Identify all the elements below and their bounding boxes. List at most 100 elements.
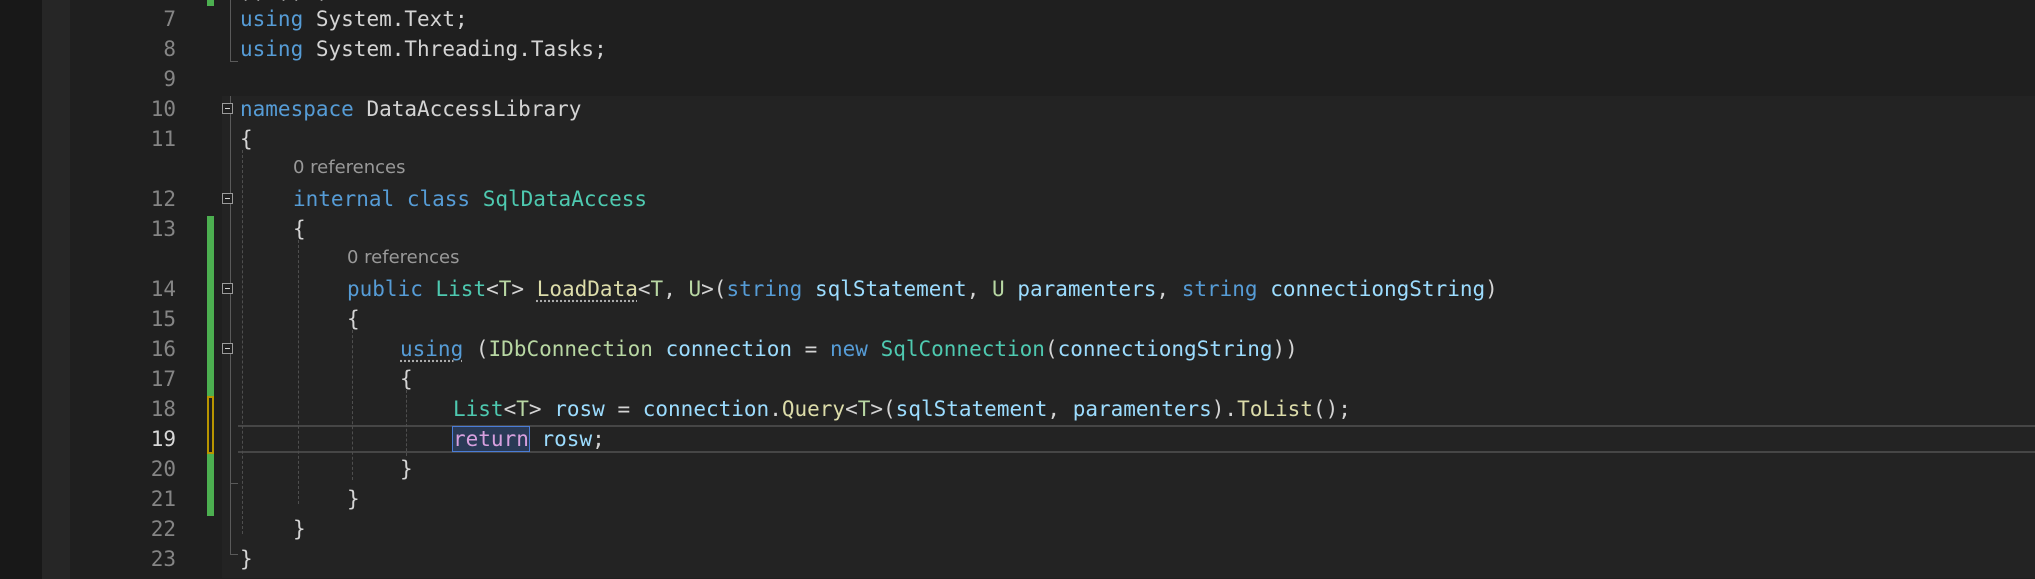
punctuation: . — [769, 397, 782, 421]
keyword: using — [240, 7, 304, 31]
punctuation: , — [1156, 277, 1170, 301]
type-name: List — [453, 397, 504, 421]
type-parameter: T — [857, 397, 871, 421]
line-number: 20 — [150, 457, 176, 481]
punctuation: . — [518, 37, 531, 61]
code-line-22[interactable]: } — [293, 517, 306, 541]
identifier: Text — [404, 7, 455, 31]
punctuation: (); — [1312, 397, 1351, 421]
brace: } — [347, 487, 360, 511]
line-number: 12 — [150, 187, 176, 211]
fold-toggle-namespace[interactable] — [222, 103, 233, 114]
code-line-17[interactable]: { — [400, 367, 413, 391]
punctuation: ; — [592, 427, 605, 451]
identifier: System — [315, 7, 392, 31]
fold-toggle-method[interactable] — [222, 283, 233, 294]
punctuation: )) — [1272, 337, 1298, 361]
code-line-7[interactable]: using System.Text; — [240, 7, 468, 31]
line-number-active: 19 — [150, 427, 176, 451]
fold-toggle-using[interactable] — [222, 343, 233, 354]
return-keyword-selected: return — [452, 426, 530, 452]
change-bar-added — [207, 454, 214, 516]
line-number: 7 — [163, 7, 176, 31]
code-line-12[interactable]: internal class SqlDataAccess — [293, 187, 647, 211]
brace: { — [347, 307, 360, 331]
line-number: 13 — [150, 217, 176, 241]
code-line-15[interactable]: { — [347, 307, 360, 331]
line-number: 14 — [150, 277, 176, 301]
method-name: Query — [781, 397, 846, 421]
line-number: 9 — [163, 67, 176, 91]
codelens-references[interactable]: 0 references — [293, 157, 406, 179]
local-variable: connection — [642, 397, 770, 421]
brace: { — [400, 367, 413, 391]
punctuation: ( — [475, 337, 489, 361]
line-number: 18 — [150, 397, 176, 421]
code-line-18[interactable]: List<T> rosw = connection.Query<T>(sqlSt… — [453, 397, 1351, 421]
local-variable: connection — [665, 337, 792, 361]
method-name: ToList — [1237, 397, 1313, 421]
code-line-20[interactable]: } — [400, 457, 413, 481]
punctuation: , — [966, 277, 980, 301]
line-number: 17 — [150, 367, 176, 391]
indent-guide — [352, 330, 353, 480]
code-line-11[interactable]: { — [240, 127, 253, 151]
code-line-14[interactable]: public List<T> LoadData<T, U>(string sql… — [347, 277, 1498, 301]
codelens-references[interactable]: 0 references — [347, 247, 460, 269]
indent-guide — [242, 150, 243, 534]
code-line-21[interactable]: } — [347, 487, 360, 511]
code-line-13[interactable]: { — [293, 217, 306, 241]
punctuation: , — [663, 277, 676, 301]
code-line-19[interactable]: return rosw; — [452, 426, 605, 452]
punctuation: < — [503, 397, 517, 421]
keyword: using — [240, 37, 304, 61]
fold-end-tick — [230, 483, 238, 484]
keyword: public — [347, 277, 423, 301]
line-number: 16 — [150, 337, 176, 361]
fold-end-tick — [230, 554, 238, 555]
parameter: connectiongString — [1270, 277, 1486, 301]
class-name: SqlConnection — [880, 337, 1045, 361]
class-name: SqlDataAccess — [482, 187, 648, 211]
type-parameter: U — [992, 277, 1005, 301]
parameter: paramenters — [1017, 277, 1157, 301]
punctuation: . — [391, 37, 405, 61]
line-number: 15 — [150, 307, 176, 331]
punctuation: >( — [701, 277, 727, 301]
brace: { — [240, 127, 253, 151]
fold-end-tick — [230, 61, 238, 62]
parameter: connectiongString — [1057, 337, 1273, 361]
code-line-8[interactable]: using System.Threading.Tasks; — [240, 37, 607, 61]
punctuation: ). — [1211, 397, 1238, 421]
code-line-10[interactable]: namespace DataAccessLibrary — [240, 97, 581, 121]
line-number: 11 — [150, 127, 176, 151]
type-parameter: T — [650, 277, 664, 301]
margin-strip — [42, 0, 70, 579]
method-name: LoadData — [536, 277, 638, 301]
punctuation: ; — [454, 7, 468, 31]
indent-guide — [298, 240, 299, 504]
line-number: 10 — [150, 97, 176, 121]
change-bar-added — [207, 216, 214, 396]
punctuation: < — [845, 397, 858, 421]
punctuation: < — [486, 277, 499, 301]
line-number: 22 — [150, 517, 176, 541]
punctuation: >( — [870, 397, 896, 421]
local-variable: rosw — [554, 397, 605, 421]
line-number: 21 — [150, 487, 176, 511]
type-parameter: T — [516, 397, 529, 421]
operator: = — [804, 337, 818, 361]
fold-toggle-class[interactable] — [222, 193, 233, 204]
code-line-16[interactable]: using (IDbConnection connection = new Sq… — [400, 337, 1298, 361]
punctuation: > — [528, 397, 542, 421]
punctuation: > — [511, 277, 525, 301]
local-variable: rosw — [541, 427, 593, 451]
indent-guide — [406, 390, 407, 456]
parameter: sqlStatement — [895, 397, 1048, 421]
line-number: 23 — [150, 547, 176, 571]
code-line-23[interactable]: } — [240, 547, 253, 571]
change-bar-unsaved — [207, 396, 214, 454]
type-parameter: U — [688, 277, 702, 301]
keyword: namespace — [240, 97, 354, 121]
keyword: string — [1181, 277, 1258, 301]
